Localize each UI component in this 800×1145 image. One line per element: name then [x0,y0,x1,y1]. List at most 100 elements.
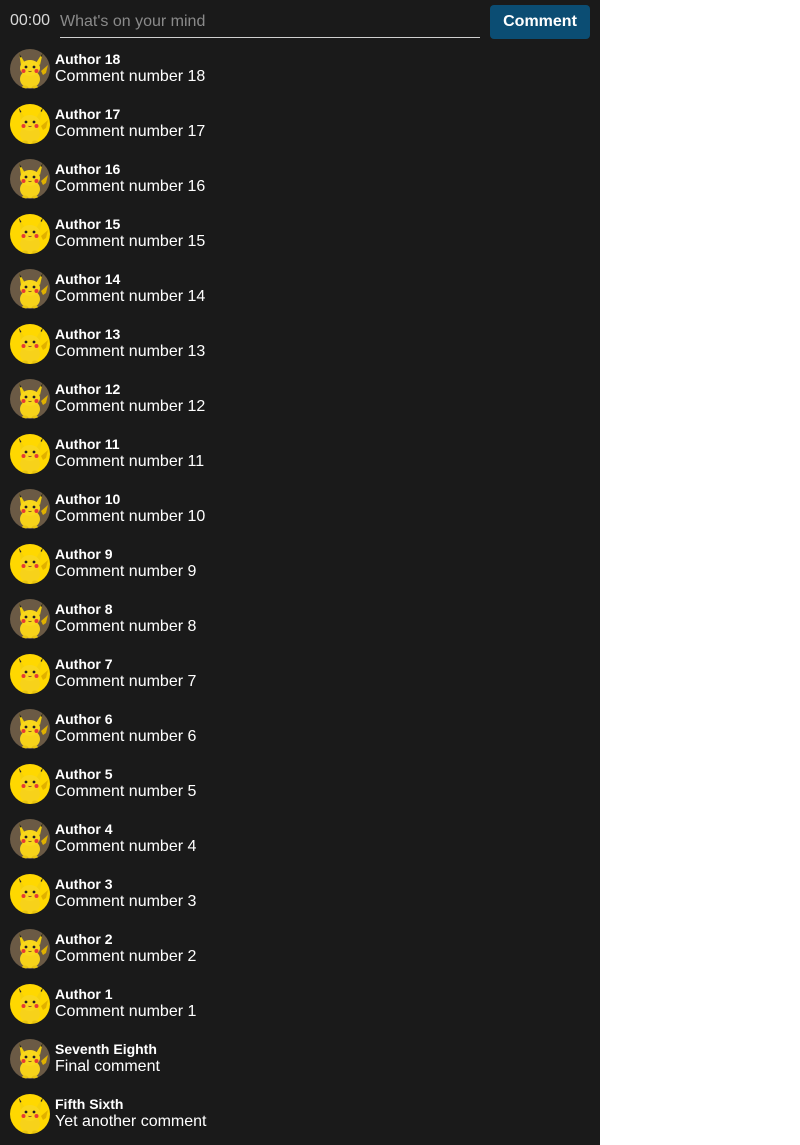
avatar [10,599,50,639]
comment-author: Author 8 [55,601,113,617]
comment-item: Author 10 Comment number 10 [0,484,600,539]
avatar [10,489,50,529]
comment-author: Author 16 [55,161,121,177]
avatar [10,764,50,804]
avatar [10,544,50,584]
comment-item: Author 1 Comment number 1 [0,979,600,1034]
pikachu-icon [10,434,50,474]
comment-text: Comment number 1 [55,1003,197,1020]
comment-item: Author 8 Comment number 8 [0,594,600,649]
comment-item: Author 12 Comment number 12 [0,374,600,429]
comment-text: Comment number 12 [55,398,206,415]
comment-item: Author 3 Comment number 3 [0,869,600,924]
pikachu-icon [10,654,50,694]
comment-text: Comment number 10 [55,508,206,525]
comment-text: Final comment [55,1058,160,1075]
avatar [10,819,50,859]
comment-author: Author 9 [55,546,113,562]
comment-item: Author 6 Comment number 6 [0,704,600,759]
comment-author: Seventh Eighth [55,1041,157,1057]
comment-text: Comment number 14 [55,288,206,305]
comment-item: Author 18 Comment number 18 [0,44,600,99]
comment-author: Fifth Sixth [55,1096,124,1112]
pikachu-icon [10,324,50,364]
comment-author: Author 4 [55,821,113,837]
avatar [10,984,50,1024]
pikachu-icon [10,379,50,419]
comment-item: Author 7 Comment number 7 [0,649,600,704]
comment-author: Author 2 [55,931,113,947]
comment-author: Author 18 [55,51,121,67]
comment-text: Comment number 8 [55,618,197,635]
pikachu-icon [10,104,50,144]
comment-text: Comment number 7 [55,673,197,690]
comment-item: Author 4 Comment number 4 [0,814,600,869]
pikachu-icon [10,49,50,89]
avatar [10,1094,50,1134]
comment-item: Author 15 Comment number 15 [0,209,600,264]
pikachu-icon [10,269,50,309]
avatar [10,929,50,969]
comment-item: Author 13 Comment number 13 [0,319,600,374]
avatar [10,324,50,364]
pikachu-icon [10,764,50,804]
avatar [10,104,50,144]
timer-readout: 00:00 [10,12,51,29]
comment-text: Comment number 15 [55,233,206,250]
comment-text: Yet another comment [55,1113,207,1130]
pikachu-icon [10,489,50,529]
comment-button[interactable]: Comment [490,5,590,39]
pikachu-icon [10,874,50,914]
comment-text: Comment number 18 [55,68,206,85]
comment-author: Author 7 [55,656,113,672]
comment-item: Author 9 Comment number 9 [0,539,600,594]
pikachu-icon [10,214,50,254]
comment-text: Comment number 16 [55,178,206,195]
avatar [10,379,50,419]
comment-author: Author 10 [55,491,121,507]
avatar [10,654,50,694]
avatar [10,709,50,749]
pikachu-icon [10,984,50,1024]
comment-author: Author 14 [55,271,121,287]
avatar [10,269,50,309]
comment-input[interactable] [60,6,480,38]
pikachu-icon [10,599,50,639]
comment-author: Author 1 [55,986,113,1002]
comment-item: Author 2 Comment number 2 [0,924,600,979]
comment-text: Comment number 3 [55,893,197,910]
comment-author: Author 11 [55,436,120,452]
comment-text: Comment number 6 [55,728,197,745]
comment-author: Author 5 [55,766,113,782]
comment-item: Fifth Sixth Yet another comment [0,1089,600,1144]
pikachu-icon [10,819,50,859]
avatar [10,1039,50,1079]
comment-text: Comment number 4 [55,838,197,855]
comment-author: Author 12 [55,381,121,397]
avatar [10,214,50,254]
pikachu-icon [10,159,50,199]
comment-text: Comment number 17 [55,123,206,140]
avatar [10,874,50,914]
comment-item: Author 14 Comment number 14 [0,264,600,319]
avatar [10,159,50,199]
comment-item: Author 11 Comment number 11 [0,429,600,484]
comment-author: Author 13 [55,326,121,342]
pikachu-icon [10,1039,50,1079]
comments-panel: 00:00 Comment [0,0,600,1145]
pikachu-icon [10,1094,50,1134]
comment-author: Author 17 [55,106,121,122]
comment-item: Author 17 Comment number 17 [0,99,600,154]
avatar [10,434,50,474]
comment-item: Author 16 Comment number 16 [0,154,600,209]
pikachu-icon [10,929,50,969]
comment-item: Author 5 Comment number 5 [0,759,600,814]
pikachu-icon [10,709,50,749]
comment-composer: 00:00 Comment [0,0,600,44]
comment-text: Comment number 13 [55,343,206,360]
comment-author: Author 6 [55,711,113,727]
comment-author: Author 15 [55,216,121,232]
comment-item: Seventh Eighth Final comment [0,1034,600,1089]
comment-text: Comment number 5 [55,783,197,800]
pikachu-icon [10,544,50,584]
